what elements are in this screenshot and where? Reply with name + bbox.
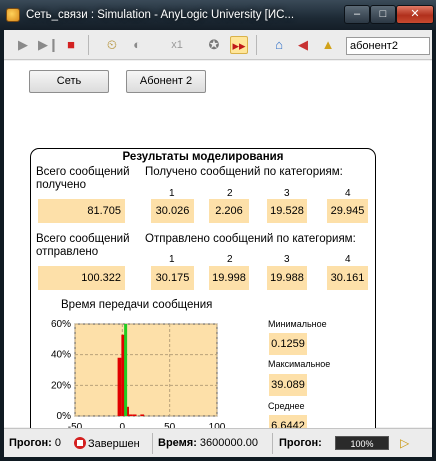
histogram-bar — [117, 357, 122, 416]
received-category-2-value: 2.206 — [209, 199, 249, 223]
avg-label: Среднее — [268, 401, 305, 411]
title-bar: Сеть_связи : Simulation - AnyLogic Unive… — [0, 0, 436, 30]
category-2-label: 2 — [227, 254, 233, 265]
status-bar: Прогон: 0 Завершен Время: 3600000.00 Про… — [4, 428, 432, 457]
mean-line — [124, 324, 128, 416]
category-4-label: 4 — [345, 188, 351, 199]
navigate-back-icon[interactable]: ◀ — [294, 36, 312, 54]
real-time-mode-icon[interactable]: ⏲ — [103, 36, 121, 54]
histogram-bar — [140, 414, 145, 416]
close-button[interactable]: ✕ — [396, 5, 434, 24]
received-by-category-label: Получено сообщений по категориям: — [145, 166, 343, 178]
window-body: ▶ ▶❙ ■ ⏲ ◐ x1 ✪ ▸▸ ⌂ ◀ ▲ абонент2 Сеть А… — [4, 30, 432, 457]
run-value: 0 — [54, 437, 61, 449]
agent-navigation-input[interactable]: абонент2 — [346, 37, 430, 55]
app-window: Сеть_связи : Simulation - AnyLogic Unive… — [0, 0, 436, 461]
histogram-bar — [132, 414, 137, 416]
subscriber-2-button[interactable]: Абонент 2 — [126, 70, 206, 93]
histogram-grid — [74, 323, 218, 417]
toolbar: ▶ ▶❙ ■ ⏲ ◐ x1 ✪ ▸▸ ⌂ ◀ ▲ абонент2 — [4, 30, 432, 60]
y-tick-label: 20% — [51, 380, 71, 391]
run-label: Прогон: — [9, 437, 52, 449]
run-state-text: Завершен — [88, 438, 140, 450]
model-canvas: Сеть Абонент 2 Результаты моделирования … — [4, 61, 432, 438]
sent-total-label: Всего сообщений отправлено — [36, 233, 130, 258]
minimize-button[interactable]: – — [344, 5, 370, 24]
run-icon[interactable]: ▶ — [14, 36, 32, 54]
histogram-mean-marker — [124, 324, 128, 416]
category-2-label: 2 — [227, 188, 233, 199]
window-title: Сеть_связи : Simulation - AnyLogic Unive… — [26, 9, 295, 21]
received-category-4-value: 29.945 — [327, 199, 368, 223]
received-category-3-value: 19.528 — [267, 199, 307, 223]
histogram-title: Время передачи сообщения — [61, 299, 213, 311]
max-label: Максимальное — [268, 359, 331, 369]
speed-up-icon[interactable]: ✪ — [205, 36, 223, 54]
slow-down-icon[interactable]: ◐ — [128, 36, 146, 54]
stopped-icon — [74, 437, 86, 449]
sent-category-4-value: 30.161 — [327, 266, 368, 290]
next-icon[interactable]: ▷ — [400, 436, 409, 450]
toolbar-divider — [256, 35, 257, 55]
received-total-label: Всего сообщений получено — [36, 166, 130, 191]
model-time: Время: 3600000.00 — [158, 437, 258, 449]
run-counter: Прогон: 0 — [9, 437, 61, 449]
y-tick-label: 0% — [57, 411, 72, 422]
min-label: Минимальное — [268, 319, 327, 329]
results-panel: Результаты моделирования Всего сообщений… — [30, 148, 376, 438]
sent-category-3-value: 19.988 — [267, 266, 307, 290]
toolbar-divider — [88, 35, 89, 55]
status-divider — [272, 433, 273, 454]
sent-category-1-value: 30.175 — [151, 266, 194, 290]
stop-icon[interactable]: ■ — [62, 36, 80, 54]
speed-label: x1 — [171, 39, 183, 51]
max-value: 39.089 — [269, 374, 307, 396]
sent-total-value: 100.322 — [38, 266, 125, 290]
received-category-1-value: 30.026 — [151, 199, 194, 223]
sent-by-category-label: Отправлено сообщений по категориям: — [145, 233, 356, 245]
category-3-label: 3 — [284, 188, 290, 199]
step-icon[interactable]: ▶❙ — [38, 36, 59, 54]
histogram-bar — [128, 414, 133, 416]
category-1-label: 1 — [169, 254, 175, 265]
y-tick-label: 40% — [51, 350, 71, 361]
navigate-up-icon[interactable]: ▲ — [319, 36, 337, 54]
results-panel-title: Результаты моделирования — [122, 151, 284, 163]
network-button[interactable]: Сеть — [29, 70, 109, 93]
run-state: Завершен — [74, 437, 140, 450]
maximize-button[interactable]: □ — [370, 5, 396, 24]
run-progress-label: Прогон: — [279, 437, 322, 449]
sent-category-2-value: 19.998 — [209, 266, 249, 290]
category-1-label: 1 — [169, 188, 175, 199]
plot-area — [74, 323, 218, 417]
received-total-value: 81.705 — [38, 199, 125, 223]
category-4-label: 4 — [345, 254, 351, 265]
category-3-label: 3 — [284, 254, 290, 265]
anylogic-app-icon — [6, 8, 20, 22]
navigate-home-icon[interactable]: ⌂ — [270, 36, 288, 54]
y-tick-label: 60% — [51, 319, 71, 330]
run-progress-label-text: Прогон: — [279, 437, 322, 449]
virtual-time-mode-icon[interactable]: ▸▸ — [230, 36, 248, 54]
min-value: 0.1259 — [269, 333, 307, 355]
status-divider — [152, 433, 153, 454]
time-value: 3600000.00 — [199, 437, 259, 449]
time-label: Время: — [158, 437, 197, 449]
run-progress-bar: 100% — [335, 436, 389, 450]
